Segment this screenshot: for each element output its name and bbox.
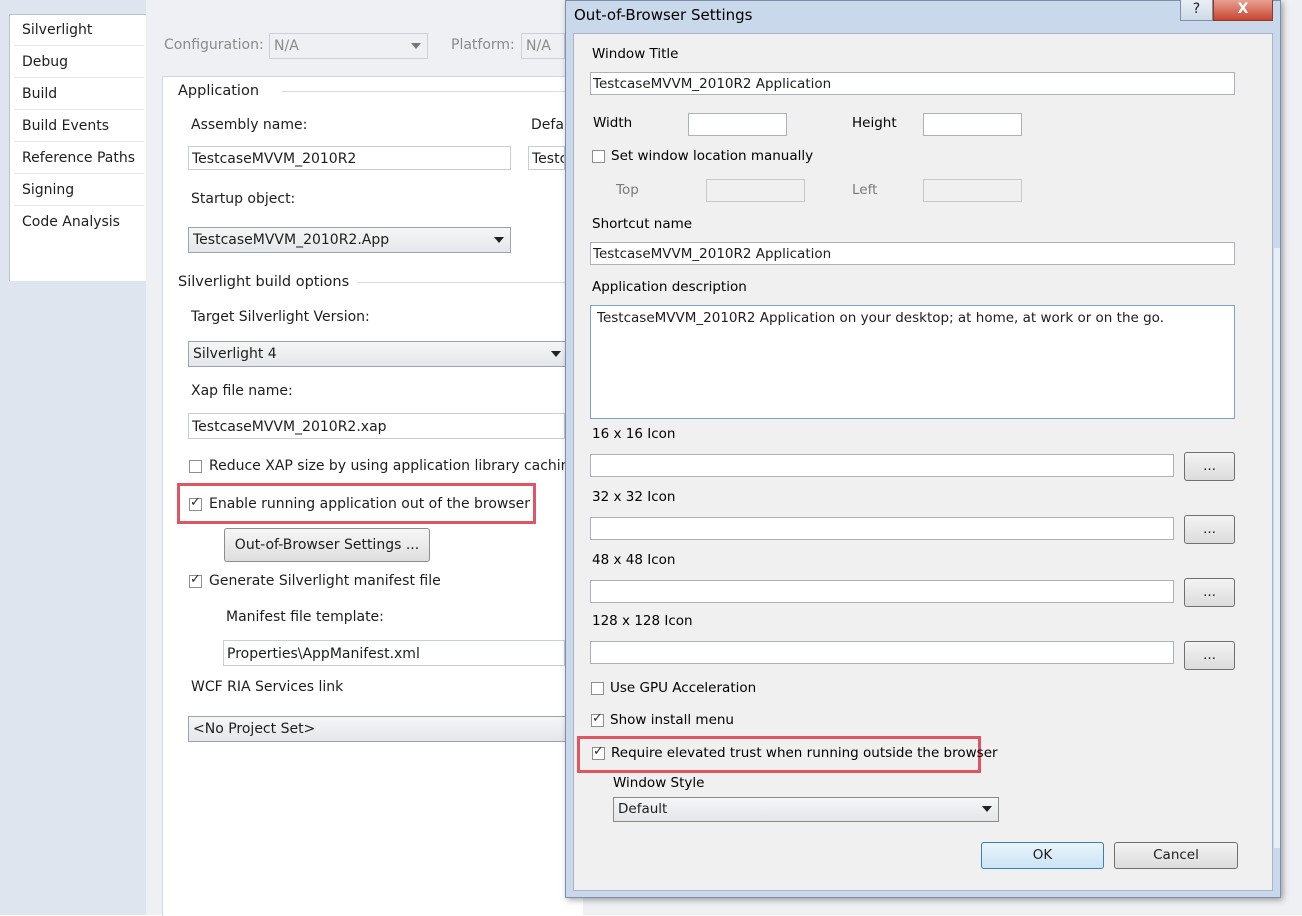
enable-oob-checkbox[interactable] xyxy=(189,495,202,511)
icon128-input[interactable] xyxy=(590,641,1174,664)
wcf-ria-value: <No Project Set> xyxy=(193,721,316,737)
help-icon: ? xyxy=(1192,1,1201,17)
gpu-acceleration-label: Use GPU Acceleration xyxy=(610,680,757,696)
platform-combo[interactable]: N/A xyxy=(521,33,565,59)
assembly-name-label: Assembly name: xyxy=(191,117,308,133)
gpu-acceleration-checkbox[interactable] xyxy=(591,682,604,695)
help-button[interactable]: ? xyxy=(1180,0,1213,21)
default-namespace-input[interactable]: Testc xyxy=(528,146,565,170)
window-style-label: Window Style xyxy=(613,775,705,791)
tab-reference-paths[interactable]: Reference Paths xyxy=(22,144,135,172)
description-label: Application description xyxy=(592,279,747,295)
generate-manifest-label: Generate Silverlight manifest file xyxy=(209,573,441,589)
wcf-ria-combo[interactable]: <No Project Set> xyxy=(188,716,568,742)
startup-object-label: Startup object: xyxy=(191,191,296,207)
startup-object-value: TestcaseMVVM_2010R2.App xyxy=(193,232,390,248)
shortcut-name-input[interactable]: TestcaseMVVM_2010R2 Application xyxy=(590,242,1235,265)
reduce-xap-checkbox[interactable] xyxy=(189,460,202,473)
tab-separator xyxy=(14,141,144,142)
target-version-combo[interactable]: Silverlight 4 xyxy=(188,341,568,367)
section-divider xyxy=(358,282,565,283)
tab-separator xyxy=(14,205,144,206)
icon16-label: 16 x 16 Icon xyxy=(592,426,676,442)
icon48-label: 48 x 48 Icon xyxy=(592,552,676,568)
tab-signing[interactable]: Signing xyxy=(22,176,74,204)
tab-separator xyxy=(14,77,144,78)
configuration-value: N/A xyxy=(274,38,299,54)
left-label: Left xyxy=(852,182,878,198)
tab-separator xyxy=(14,173,144,174)
chevron-down-icon xyxy=(494,237,504,243)
dialog-edge xyxy=(1274,248,1280,848)
wcf-ria-label: WCF RIA Services link xyxy=(191,679,344,695)
oob-settings-button[interactable]: Out-of-Browser Settings ... xyxy=(224,528,430,562)
xap-file-name-input[interactable]: TestcaseMVVM_2010R2.xap xyxy=(188,413,565,439)
tab-code-analysis[interactable]: Code Analysis xyxy=(22,208,120,236)
left-input[interactable] xyxy=(923,179,1022,202)
build-options-section-title: Silverlight build options xyxy=(178,274,350,290)
top-input[interactable] xyxy=(706,179,805,202)
dialog-title: Out-of-Browser Settings xyxy=(574,6,753,24)
window-title-input[interactable]: TestcaseMVVM_2010R2 Application xyxy=(590,72,1235,95)
startup-object-combo[interactable]: TestcaseMVVM_2010R2.App xyxy=(188,227,511,253)
xap-file-name-label: Xap file name: xyxy=(191,383,293,399)
tab-separator xyxy=(14,45,144,46)
chevron-down-icon xyxy=(551,351,561,357)
tab-build[interactable]: Build xyxy=(22,80,57,108)
cancel-button[interactable]: Cancel xyxy=(1114,842,1238,869)
window-title-label: Window Title xyxy=(592,46,679,62)
chevron-down-icon xyxy=(982,806,992,812)
target-version-label: Target Silverlight Version: xyxy=(191,309,370,325)
shortcut-name-label: Shortcut name xyxy=(592,216,693,232)
manifest-template-input[interactable]: Properties\AppManifest.xml xyxy=(223,640,565,666)
width-input[interactable] xyxy=(688,113,787,136)
enable-oob-label: Enable running application out of the br… xyxy=(209,496,531,512)
chevron-down-icon xyxy=(411,43,421,49)
default-namespace-label: Defa xyxy=(531,117,564,133)
set-location-label: Set window location manually xyxy=(611,148,814,164)
section-divider xyxy=(282,91,565,92)
application-section-title: Application xyxy=(178,83,260,99)
configuration-label: Configuration: xyxy=(164,37,264,53)
height-label: Height xyxy=(852,115,897,131)
description-textarea[interactable]: TestcaseMVVM_2010R2 Application on your … xyxy=(590,305,1235,419)
set-location-checkbox[interactable] xyxy=(592,150,605,163)
icon32-label: 32 x 32 Icon xyxy=(592,489,676,505)
top-label: Top xyxy=(616,182,639,198)
ok-button[interactable]: OK xyxy=(981,842,1104,869)
icon32-input[interactable] xyxy=(590,517,1174,540)
tab-silverlight[interactable]: Silverlight xyxy=(22,16,92,44)
icon128-browse-button[interactable]: ... xyxy=(1184,641,1235,670)
height-input[interactable] xyxy=(923,113,1022,136)
configuration-combo[interactable]: N/A xyxy=(269,33,428,59)
icon128-label: 128 x 128 Icon xyxy=(592,613,693,629)
icon32-browse-button[interactable]: ... xyxy=(1184,515,1235,544)
width-label: Width xyxy=(593,115,633,131)
elevated-trust-checkbox[interactable] xyxy=(592,744,605,760)
window-style-combo[interactable]: Default xyxy=(613,797,999,822)
close-icon: X xyxy=(1237,1,1249,17)
platform-value: N/A xyxy=(526,38,551,54)
icon48-browse-button[interactable]: ... xyxy=(1184,578,1235,607)
target-version-value: Silverlight 4 xyxy=(193,346,277,362)
icon16-browse-button[interactable]: ... xyxy=(1184,452,1235,481)
generate-manifest-checkbox[interactable] xyxy=(189,572,202,588)
reduce-xap-label: Reduce XAP size by using application lib… xyxy=(209,458,579,474)
icon16-input[interactable] xyxy=(590,454,1174,477)
close-button[interactable]: X xyxy=(1213,0,1273,21)
install-menu-label: Show install menu xyxy=(610,712,734,728)
manifest-template-label: Manifest file template: xyxy=(226,609,384,625)
assembly-name-input[interactable]: TestcaseMVVM_2010R2 xyxy=(188,146,511,170)
tab-build-events[interactable]: Build Events xyxy=(22,112,109,140)
tab-separator xyxy=(14,109,144,110)
install-menu-checkbox[interactable] xyxy=(591,711,604,727)
icon48-input[interactable] xyxy=(590,580,1174,603)
window-style-value: Default xyxy=(618,801,668,817)
platform-label: Platform: xyxy=(451,37,515,53)
elevated-trust-label: Require elevated trust when running outs… xyxy=(611,745,998,761)
tab-debug[interactable]: Debug xyxy=(22,48,68,76)
